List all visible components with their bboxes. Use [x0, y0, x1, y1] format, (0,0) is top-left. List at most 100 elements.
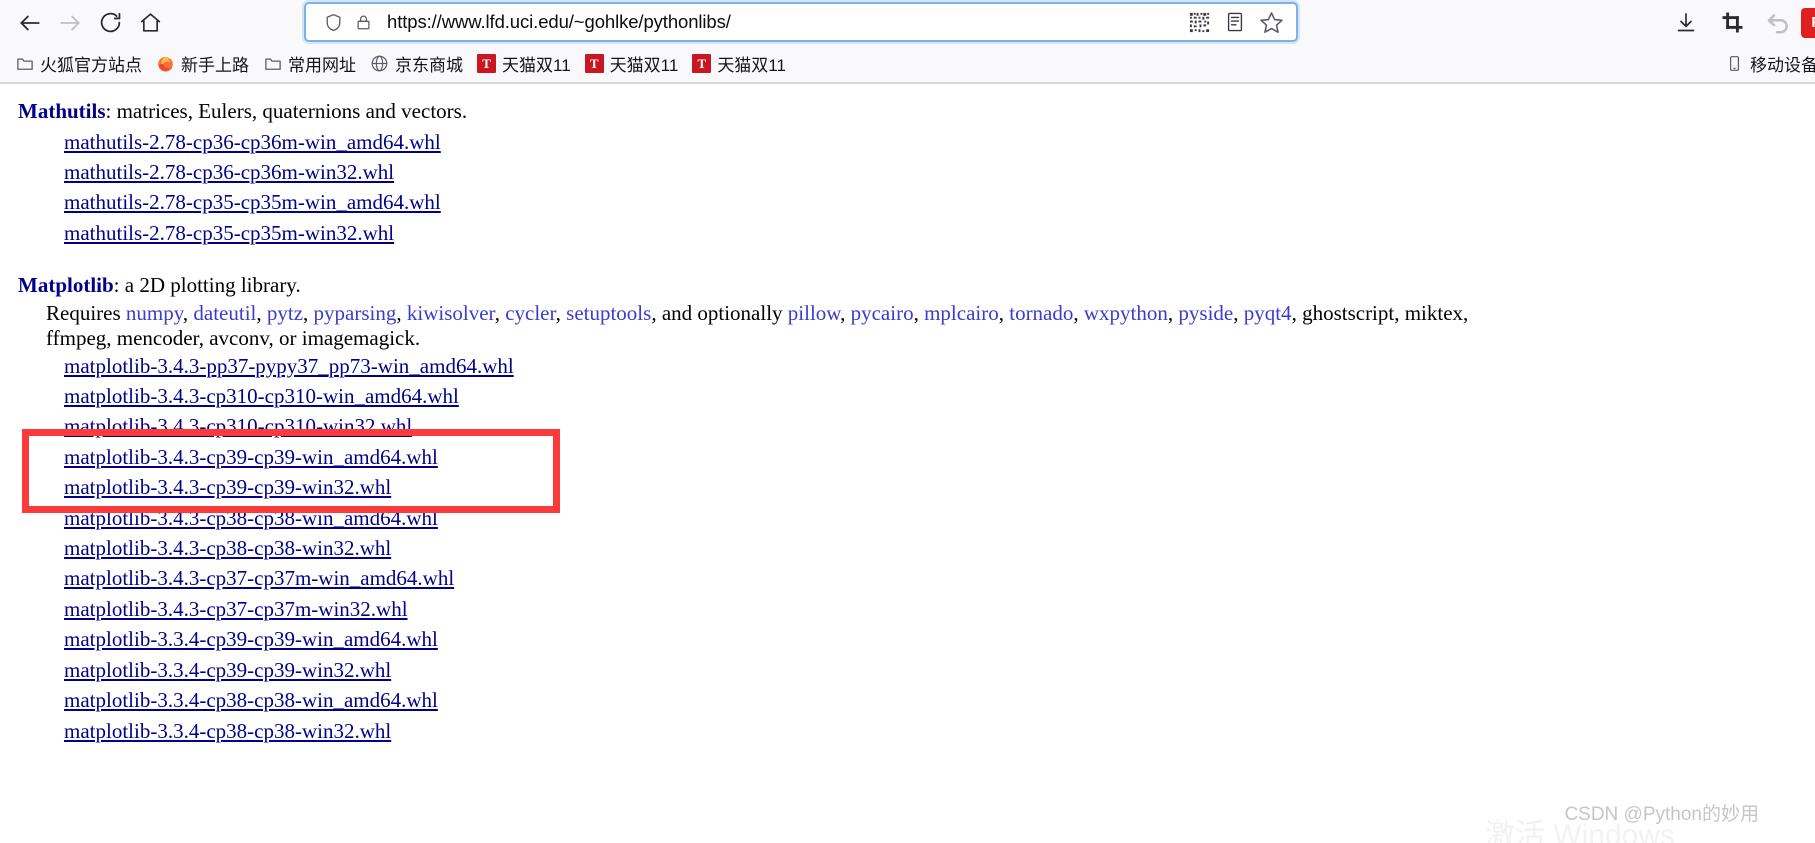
download-link[interactable]: mathutils-2.78-cp35-cp35m-win_amd64.whl [18, 187, 441, 217]
dep-link-wxpython[interactable]: wxpython [1084, 301, 1168, 325]
lock-glyph [356, 15, 370, 29]
download-link[interactable]: matplotlib-3.4.3-cp38-cp38-win_amd64.whl [18, 503, 438, 533]
home-button[interactable] [130, 4, 170, 42]
star-glyph [1259, 11, 1283, 33]
download-link[interactable]: matplotlib-3.4.3-cp37-cp37m-win32.whl [18, 594, 408, 624]
undo-button[interactable] [1755, 4, 1801, 42]
page-content: Mathutils: matrices, Eulers, quaternions… [0, 84, 1815, 843]
folder-glyph [264, 57, 281, 70]
bookmark-item-6[interactable]: T 天猫双11 [685, 48, 793, 79]
download-link[interactable]: mathutils-2.78-cp36-cp36m-win_amd64.whl [18, 127, 441, 157]
tmall-icon: T [692, 54, 712, 73]
reader-view-icon[interactable] [1218, 6, 1252, 38]
bookmark-item-0[interactable]: 火狐官方站点 [8, 48, 149, 79]
download-link[interactable]: matplotlib-3.3.4-cp38-cp38-win_amd64.whl [18, 685, 438, 715]
bookmark-label: 天猫双11 [609, 56, 679, 75]
bookmark-item-2[interactable]: 常用网址 [256, 48, 363, 79]
package-description: : matrices, Eulers, quaternions and vect… [105, 99, 468, 123]
globe-glyph [371, 55, 388, 72]
reload-button[interactable] [90, 4, 130, 42]
tmall-icon: T [584, 54, 604, 73]
url-text[interactable]: https://www.lfd.uci.edu/~gohlke/pythonli… [378, 11, 1182, 33]
mobile-glyph [1730, 56, 1739, 71]
dep-link-cycler[interactable]: cycler [505, 301, 555, 325]
requires-prefix: Requires [46, 300, 126, 325]
crop-icon [1722, 12, 1742, 33]
mobile-device-icon [1725, 54, 1744, 73]
folder-icon [15, 54, 34, 73]
dep-link-pycairo[interactable]: pycairo [851, 301, 914, 325]
dep-link-pyparsing[interactable]: pyparsing [314, 301, 397, 325]
dep-link-dateutil[interactable]: dateutil [193, 301, 256, 325]
dep-link-pytz[interactable]: pytz [267, 301, 303, 325]
download-link[interactable]: matplotlib-3.4.3-cp39-cp39-win32.whl [18, 472, 391, 502]
download-link[interactable]: matplotlib-3.4.3-cp38-cp38-win32.whl [18, 533, 391, 563]
package-description: : a 2D plotting library. [113, 273, 301, 298]
dep-link-pyside[interactable]: pyside [1178, 301, 1233, 325]
forward-button [50, 4, 90, 42]
address-bar-container: https://www.lfd.uci.edu/~gohlke/pythonli… [304, 2, 1298, 42]
bookmark-item-5[interactable]: T 天猫双11 [578, 48, 686, 79]
tmall-icon: T [477, 54, 496, 73]
qr-code-icon[interactable] [1182, 6, 1216, 38]
download-link[interactable]: matplotlib-3.3.4-cp39-cp39-win32.whl [18, 655, 391, 685]
requires-middle: , and optionally [651, 300, 788, 325]
firefox-icon [156, 54, 175, 73]
package-heading-mathutils: Mathutils: matrices, Eulers, quaternions… [18, 96, 1815, 127]
bookmark-label: 京东商城 [395, 56, 463, 75]
download-link[interactable]: matplotlib-3.3.4-cp38-cp38-win32.whl [18, 716, 391, 746]
bookmark-label: 天猫双11 [717, 56, 786, 75]
dep-link-mplcairo[interactable]: mplcairo [924, 301, 999, 325]
bookmark-item-3[interactable]: 京东商城 [363, 48, 470, 79]
firefox-glyph [158, 56, 173, 72]
dep-link-numpy[interactable]: numpy [126, 301, 183, 325]
bookmarks-toolbar: 火狐官方站点 新手上路 常用网址 京东商城 T 天猫双11 T 天猫双11 T … [0, 45, 1815, 83]
package-name: Matplotlib [18, 273, 114, 298]
dep-link-setuptools[interactable]: setuptools [566, 301, 651, 325]
download-link[interactable]: matplotlib-3.3.4-cp39-cp39-win_amd64.whl [18, 624, 438, 654]
dep-link-kiwisolver[interactable]: kiwisolver [407, 301, 495, 325]
package-heading-matplotlib: Matplotlib: a 2D plotting library. [18, 270, 1815, 301]
home-icon [140, 13, 160, 32]
globe-icon [370, 54, 389, 73]
address-bar-actions [1182, 6, 1288, 38]
forward-arrow-icon [60, 15, 80, 30]
downloads-button[interactable] [1663, 4, 1709, 42]
bookmark-star-icon[interactable] [1254, 6, 1288, 38]
reload-icon [100, 12, 120, 33]
download-link[interactable]: mathutils-2.78-cp35-cp35m-win32.whl [18, 218, 394, 248]
shield-icon[interactable] [318, 7, 348, 37]
back-arrow-icon [20, 15, 40, 30]
bookmark-label: 常用网址 [288, 56, 356, 75]
browser-chrome: https://www.lfd.uci.edu/~gohlke/pythonli… [0, 0, 1815, 84]
download-icon [1677, 12, 1695, 31]
dep-link-tornado[interactable]: tornado [1009, 301, 1073, 325]
dep-link-pyqt4[interactable]: pyqt4 [1244, 301, 1292, 325]
bookmarks-overflow: 移动设备 [1718, 48, 1815, 79]
download-link[interactable]: matplotlib-3.4.3-cp39-cp39-win_amd64.whl [18, 442, 438, 472]
undo-arrow-icon [1767, 13, 1788, 33]
dep-link-pillow[interactable]: pillow [788, 301, 840, 325]
download-link[interactable]: matplotlib-3.4.3-cp37-cp37m-win_amd64.wh… [18, 563, 454, 593]
bookmark-item-4[interactable]: T 天猫双11 [470, 48, 578, 79]
extension-button[interactable]: F [1801, 7, 1815, 38]
shield-glyph [326, 13, 340, 31]
qr-code-glyph [1189, 12, 1209, 32]
screenshot-button[interactable] [1709, 4, 1755, 42]
back-button[interactable] [10, 4, 50, 42]
reader-view-glyph [1227, 12, 1243, 32]
toolbar-right-actions: F [1663, 0, 1815, 45]
bookmark-label: 新手上路 [181, 56, 249, 75]
download-link[interactable]: matplotlib-3.4.3-cp310-cp310-win_amd64.w… [18, 381, 459, 411]
bookmark-label: 移动设备 [1750, 56, 1815, 75]
download-link[interactable]: mathutils-2.78-cp36-cp36m-win32.whl [18, 157, 394, 187]
download-link[interactable]: matplotlib-3.4.3-cp310-cp310-win32.whl [18, 411, 412, 441]
lock-icon[interactable] [348, 7, 378, 37]
address-bar[interactable]: https://www.lfd.uci.edu/~gohlke/pythonli… [304, 2, 1298, 42]
bookmark-item-mobile[interactable]: 移动设备 [1718, 48, 1815, 79]
requires-line: Requires numpy, dateutil, pytz, pyparsin… [46, 300, 1469, 350]
download-link[interactable]: matplotlib-3.4.3-pp37-pypy37_pp73-win_am… [18, 351, 514, 381]
bookmark-item-1[interactable]: 新手上路 [149, 48, 256, 79]
navigation-toolbar: https://www.lfd.uci.edu/~gohlke/pythonli… [0, 0, 1815, 45]
